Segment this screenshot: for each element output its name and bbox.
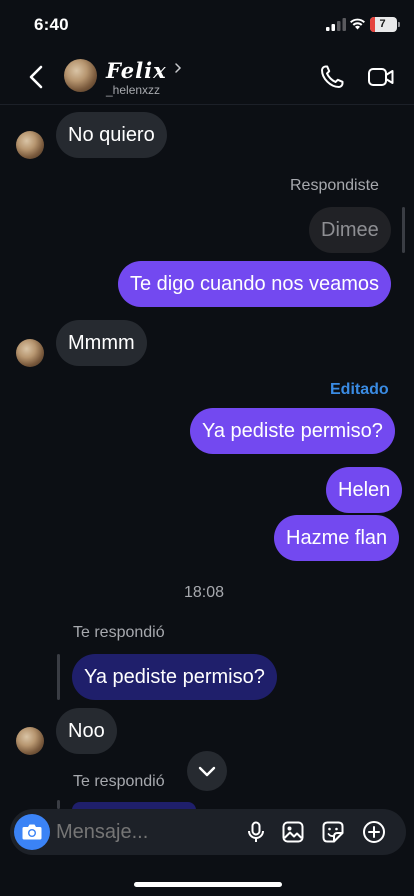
sender-avatar	[16, 727, 44, 755]
reply-label: Respondiste	[290, 177, 379, 194]
status-time: 6:40	[34, 15, 69, 34]
message-incoming[interactable]: Mmmm	[56, 320, 147, 366]
battery-icon: 7	[370, 17, 397, 32]
message-outgoing[interactable]: Ya pediste permiso?	[190, 408, 395, 454]
chat-header: Felix _helenxzz	[0, 50, 414, 105]
sticker-icon[interactable]	[321, 820, 345, 844]
microphone-icon[interactable]	[244, 820, 268, 844]
battery-cap	[398, 22, 400, 27]
sender-avatar	[16, 131, 44, 159]
battery-level: 7	[379, 18, 386, 30]
replied-message-quote[interactable]: Ya pediste permiso?	[72, 654, 277, 700]
message-incoming[interactable]: No quiero	[56, 112, 167, 158]
image-icon[interactable]	[281, 820, 305, 844]
chevron-down-icon	[198, 766, 216, 777]
message-incoming[interactable]: Noo	[56, 708, 117, 754]
replied-message-quote[interactable]: Dimee	[309, 207, 391, 253]
contact-username[interactable]: _helenxzz	[106, 83, 160, 97]
message-timestamp: 18:08	[184, 584, 225, 601]
camera-button[interactable]	[14, 814, 50, 850]
contact-name[interactable]: Felix	[106, 58, 167, 83]
video-camera-icon[interactable]	[367, 64, 395, 90]
reply-indicator-bar	[57, 654, 60, 700]
chevron-right-icon[interactable]	[173, 62, 183, 74]
sender-avatar	[16, 339, 44, 367]
home-indicator	[134, 882, 282, 887]
message-input[interactable]	[56, 809, 236, 855]
reply-label: Te respondió	[73, 624, 165, 641]
message-outgoing[interactable]: Hazme flan	[274, 515, 400, 561]
status-bar: 6:40 7	[0, 0, 414, 50]
reply-indicator-bar	[402, 207, 405, 253]
camera-icon	[22, 824, 42, 840]
signal-icon	[326, 18, 346, 31]
edited-label: Editado	[330, 381, 389, 398]
plus-circle-icon[interactable]	[362, 820, 386, 844]
message-outgoing[interactable]: Helen	[326, 467, 403, 513]
message-outgoing[interactable]: Te digo cuando nos veamos	[118, 261, 392, 307]
phone-icon[interactable]	[318, 63, 346, 91]
message-composer	[10, 809, 406, 855]
contact-avatar[interactable]	[64, 59, 97, 92]
reply-label: Te respondió	[73, 773, 165, 790]
reply-indicator-bar	[57, 800, 60, 809]
wifi-icon	[350, 18, 365, 30]
scroll-to-bottom-button[interactable]	[187, 751, 227, 791]
back-icon[interactable]	[22, 60, 52, 94]
